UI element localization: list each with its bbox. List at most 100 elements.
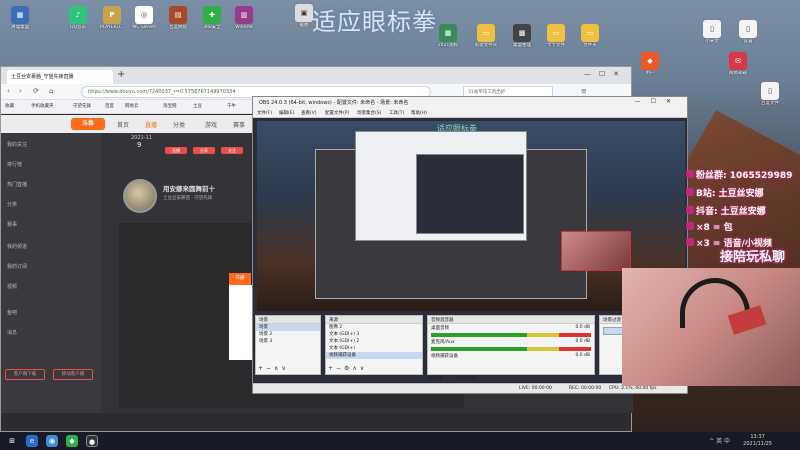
sidebar-item[interactable]: 我的频道 [7,243,27,250]
sidebar-item[interactable]: 我的订阅 [7,263,27,270]
preview-camera [561,231,631,271]
sidebar-item[interactable]: 鱼吧 [7,309,17,316]
menu-item[interactable]: 文件(F) [257,110,272,116]
scene-toolbar[interactable]: +−∧∨ [258,365,289,372]
desktop-icon[interactable]: ▦ 2021图标 [430,24,466,48]
bookmark-item[interactable]: 手机收藏夹 [31,103,54,109]
desktop-icon[interactable]: ▯ 小米文 [694,20,730,44]
status-badge[interactable]: 直播 [165,147,187,154]
source-toolbar[interactable]: +−⚙∧∨ [328,365,367,372]
bookmark-item[interactable]: 收藏 [5,103,14,109]
obs-preview[interactable]: 适应眼标拳 [257,121,685,311]
desktop-icon[interactable]: ▤ 百度网盘 [160,6,196,30]
avatar[interactable] [123,179,157,213]
desktop-icon[interactable]: ▭ 卡卡文件 [538,24,574,48]
new-tab-icon[interactable]: + [117,69,125,80]
volume-meter[interactable] [431,347,591,351]
obs-icon[interactable]: ● [86,435,98,447]
webcam-feed [622,268,800,386]
browser-tab[interactable]: 土豆丝安慕茜_守望先锋直播 [7,70,113,84]
sidebar-item[interactable]: 分类 [7,201,17,208]
desktop-icon[interactable]: ♪ QQ音乐 [60,6,96,30]
bookmark-item[interactable]: 百度 [105,103,114,109]
home-icon[interactable]: ⌂ [49,87,53,95]
site-nav-item[interactable]: 游戏 [205,120,217,129]
desktop-icon[interactable]: ▯ 设置 [730,20,766,44]
menu-item[interactable]: 工具(T) [389,110,404,116]
live-status: LIVE: 00:00:00 [519,386,552,391]
menu-item[interactable]: 查看(V) [301,110,317,116]
menu-item[interactable]: 配置文件(P) [325,110,349,116]
tab-mixer[interactable]: 混音器 [429,376,443,382]
desktop-icon[interactable]: ◎ MC Server [126,6,162,30]
desktop-icon[interactable]: ▯ 百度文件 [752,82,788,106]
source-item[interactable]: 文本 (GDI+) [326,345,422,352]
scene-item[interactable]: 场景 2 [256,331,320,338]
desktop-icon[interactable]: ▥ WinRAR [226,6,262,30]
folder-icon: ▭ [477,24,495,42]
overlay-line: 抖音: 土豆丝安娜 [686,204,766,217]
window-controls[interactable]: —☐✕ [635,98,681,105]
system-tray[interactable]: ^ 英 中 [709,436,730,445]
client-download-button[interactable]: 客户端下载 [5,369,45,380]
menu-icon[interactable]: ≡ [581,87,587,95]
chrome-icon[interactable]: ◉ [46,435,58,447]
site-nav-item[interactable]: 直播 [145,120,157,129]
sidebar-item[interactable]: 我的关注 [7,141,27,148]
app-icon[interactable]: ◆ [66,435,78,447]
desktop-icon[interactable]: ▭ 新建文件夹 [468,24,504,48]
douyu-logo[interactable]: 斗鱼 [71,118,105,130]
status-badge[interactable]: 分享 [193,147,215,154]
bookmark-item[interactable]: 土豆 [193,103,202,109]
menu-item[interactable]: 编辑(E) [279,110,294,116]
desktop-icon[interactable]: ◆ 用户 [632,52,668,76]
desktop-icon[interactable]: ▩ 桌面整理 [504,24,540,48]
source-item[interactable]: 视频捕获设备 [326,352,422,359]
streamer-card[interactable]: 用安娜来圆舞前十 土豆丝安慕茜 · 守望先锋 [123,179,248,224]
pubg-icon: P [103,6,121,24]
mixer-header: 音频混音器 [428,316,594,324]
desktop-icon[interactable]: P PLAYERU... [94,6,130,30]
scene-item[interactable]: 场景 [256,324,320,331]
folder-icon: ▦ [11,6,29,24]
back-icon[interactable]: ‹ [7,87,10,95]
desktop-icon[interactable]: ▭ 文件夹 [572,24,608,48]
tab-scene-transition[interactable]: 场景转换 [457,376,475,382]
bookmark-item[interactable]: 守望先锋 [73,103,91,109]
menu-item[interactable]: 帮助(H) [411,110,427,116]
sidebar-item[interactable]: 赛事 [7,221,17,228]
source-item[interactable]: 图像 2 [326,324,422,331]
scene-item[interactable]: 场景 3 [256,338,320,345]
sidebar-item[interactable]: 热门直播 [7,181,27,188]
desktop-icon[interactable]: ▦ 清理桌面 [2,6,38,30]
streamer-info: 土豆丝安慕茜 · 守望先锋 [163,196,213,201]
taskbar-clock[interactable]: 13:37 2021/11/25 [743,434,772,448]
mixer-channel: 麦克风/Aux 0.0 dB [428,338,594,346]
bookmark-item[interactable]: 网易云 [125,103,139,109]
sidebar-item[interactable]: 排行榜 [7,161,22,168]
sidebar-item[interactable]: 消息 [7,329,17,336]
desktop-icon[interactable]: ✚ 360安全 [194,6,230,30]
volume-meter[interactable] [431,333,591,337]
forward-icon[interactable]: › [19,87,22,95]
source-item[interactable]: 文本 (GDI+) 2 [326,338,422,345]
mobile-client-button[interactable]: 移动客户端 [53,369,93,380]
desktop-icon[interactable]: ✉ 网易邮箱 [720,52,756,76]
menu-item[interactable]: 场景集合(S) [357,110,381,116]
site-nav-item[interactable]: 首页 [117,120,129,129]
site-nav-item[interactable]: 分类 [173,120,185,129]
windows-start-icon[interactable]: ⊞ [6,435,18,447]
site-nav-item[interactable]: 赛事 [233,120,245,129]
browser-icon[interactable]: e [26,435,38,447]
bookmark-item[interactable]: 淘宝网 [163,103,177,109]
window-controls[interactable]: —☐✕ [584,70,627,78]
mixer-dock: 音频混音器 桌面音频 0.0 dB 麦克风/Aux 0.0 dB 视频捕获设备 … [427,315,595,375]
status-badge[interactable]: 关注 [221,147,243,154]
sidebar-item[interactable]: 视频 [7,283,17,290]
source-item[interactable]: 文本 (GDI+) 3 [326,331,422,338]
refresh-icon[interactable]: ⟳ [33,87,39,95]
bookmark-item[interactable]: 千牛 [227,103,236,109]
live-popup-tag[interactable]: 开播 [229,273,251,285]
channel-db: 0.0 dB [575,325,590,330]
desktop-icon[interactable]: ▣ 截图 [286,4,322,28]
